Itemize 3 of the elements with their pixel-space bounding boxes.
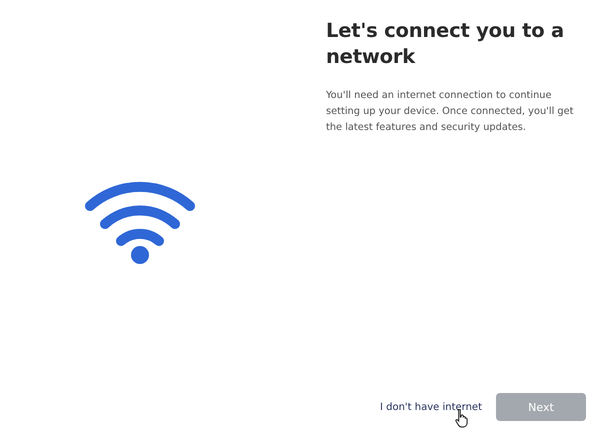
page-title: Let's connect you to a network [326,18,565,70]
description-text: You'll need an internet connection to continue setting up your device. Once connected, you'll get the latest features and security updates. [326,89,574,135]
no-internet-link[interactable]: I don't have internet [380,402,482,412]
